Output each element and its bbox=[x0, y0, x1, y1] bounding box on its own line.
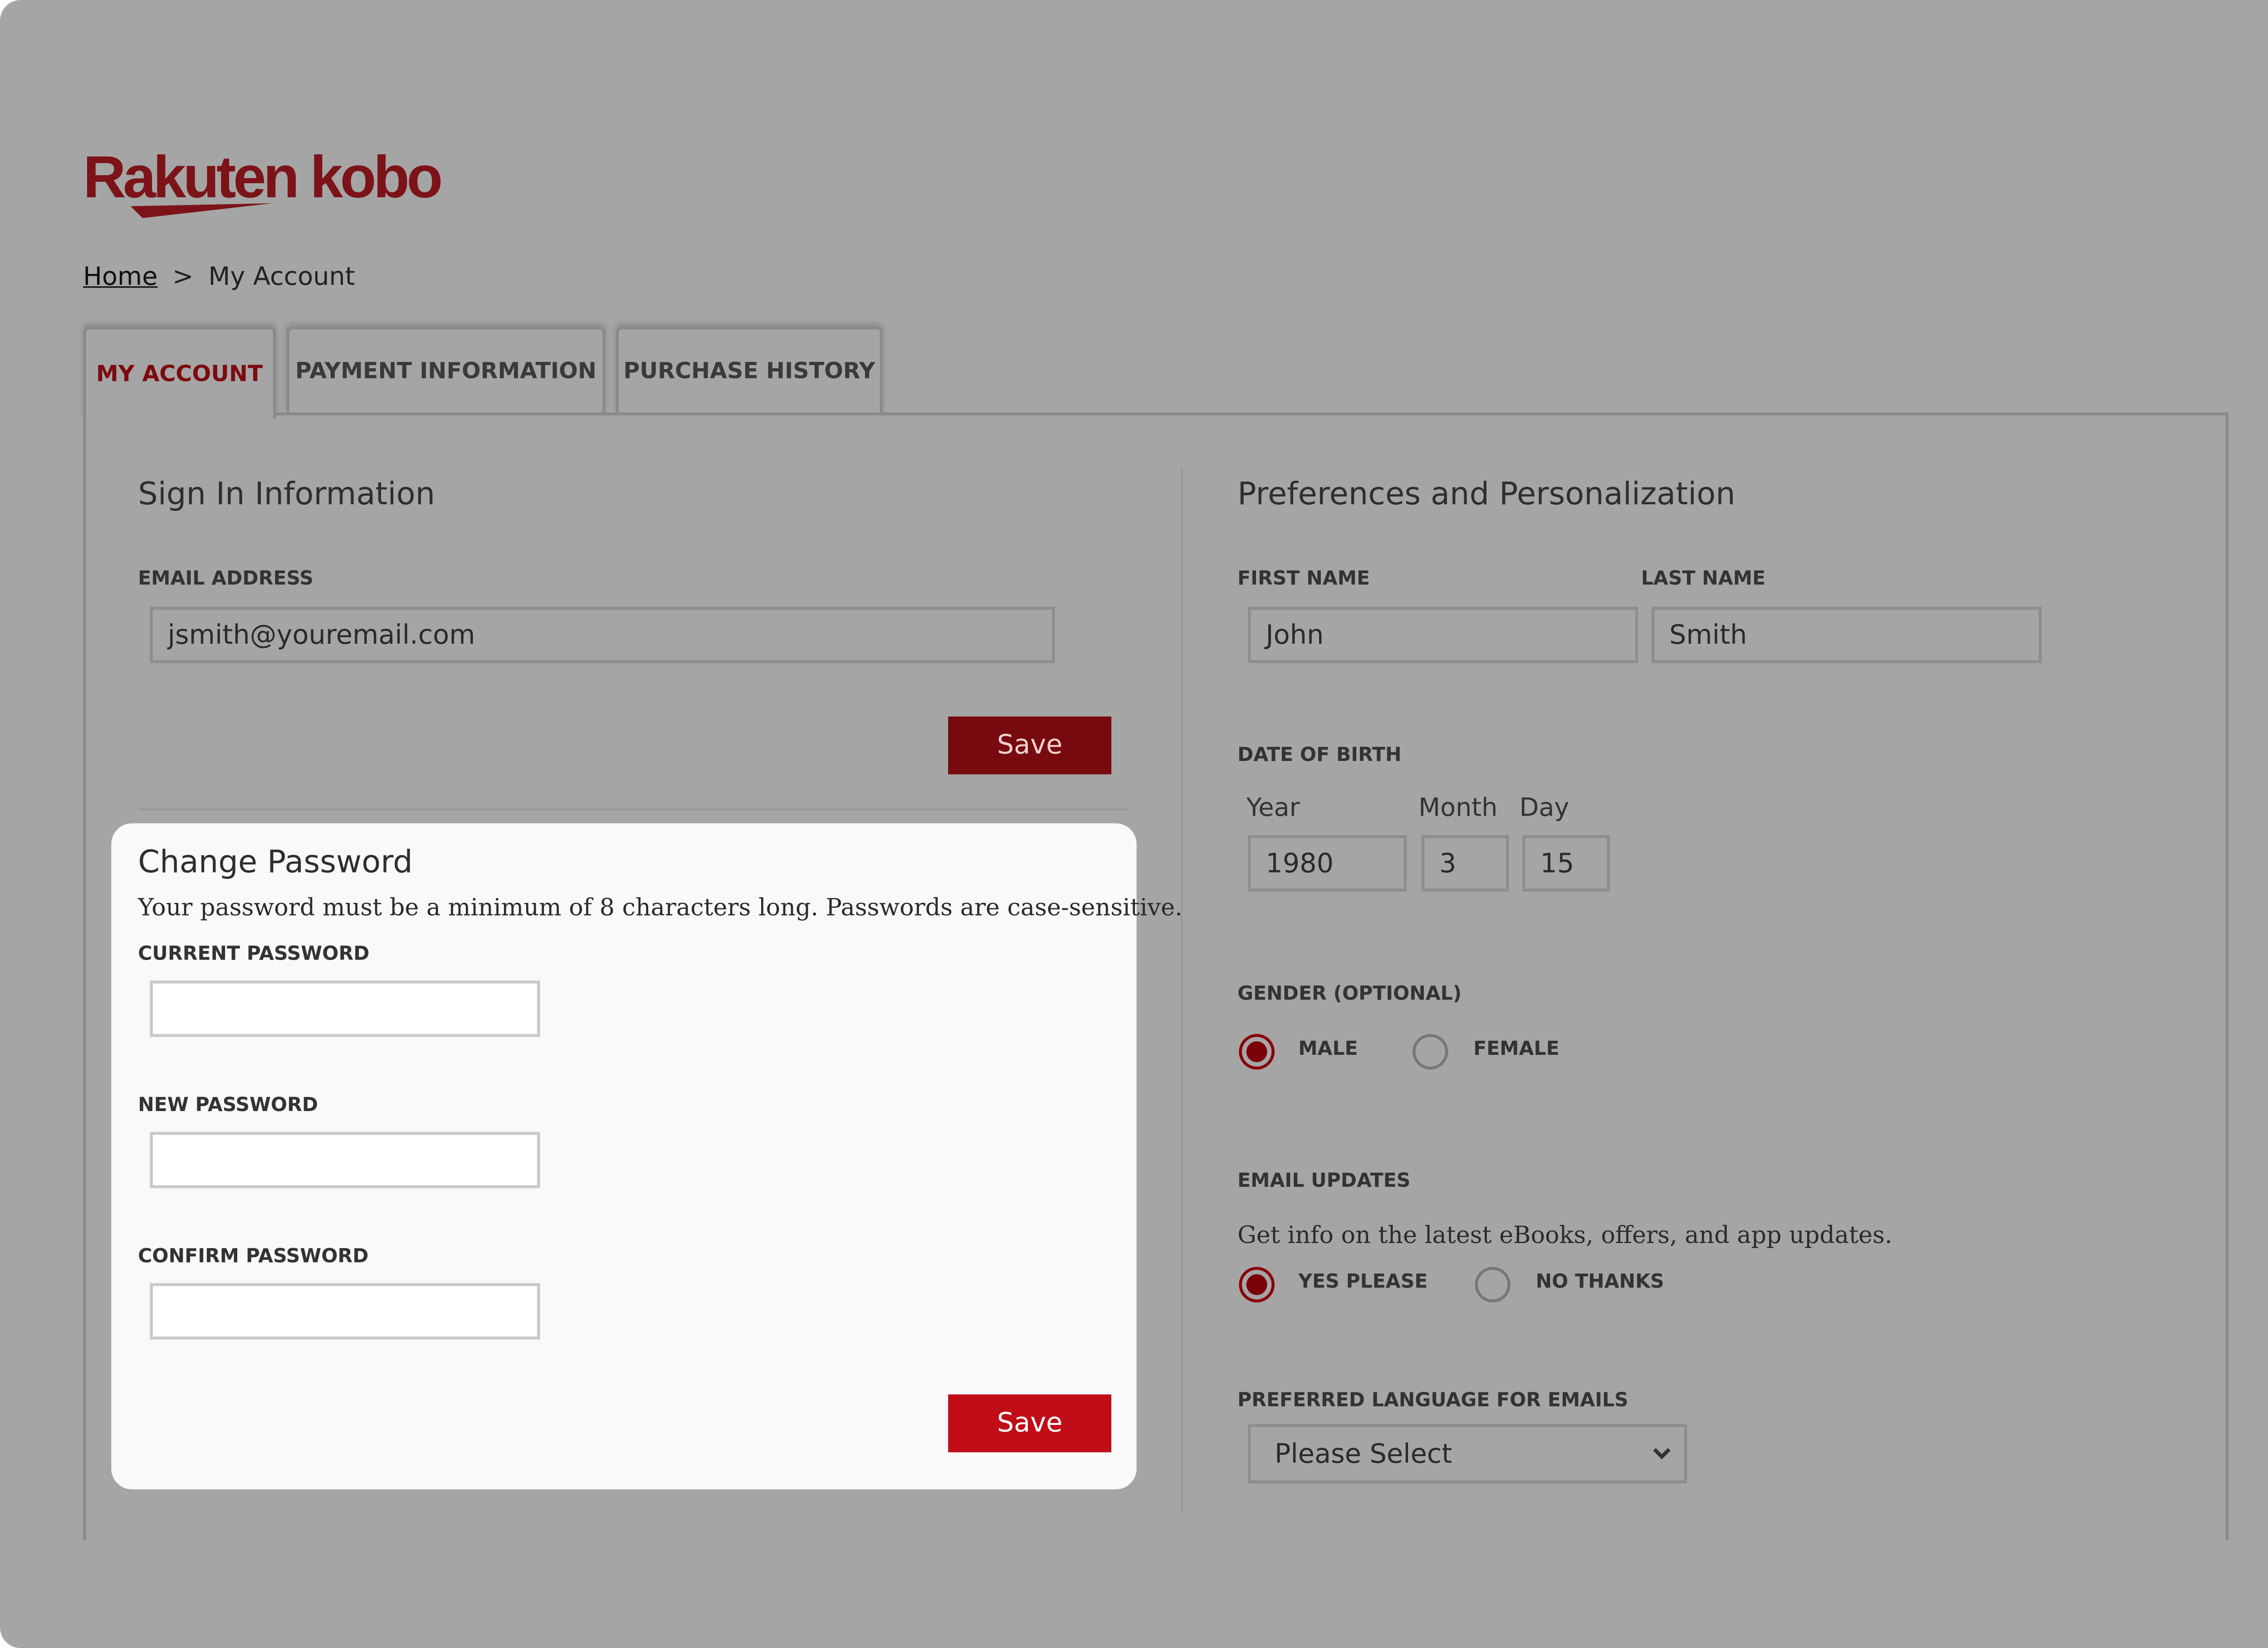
email-updates-yes-radio[interactable] bbox=[1239, 1267, 1275, 1303]
chevron-down-icon bbox=[1653, 1448, 1671, 1460]
save-password-button[interactable]: Save bbox=[948, 1394, 1112, 1453]
page: Rakuten kobo Home > My Account MY ACCOUNT … bbox=[0, 0, 2268, 1648]
gender-male-label[interactable]: MALE bbox=[1298, 1039, 1358, 1061]
last-name-label: LAST NAME bbox=[1641, 568, 1766, 590]
year-label: Year bbox=[1246, 794, 1300, 824]
email-updates-label: EMAIL UPDATES bbox=[1237, 1170, 1411, 1193]
gender-male-radio[interactable] bbox=[1239, 1034, 1275, 1070]
language-label: PREFERRED LANGUAGE FOR EMAILS bbox=[1237, 1390, 1628, 1413]
first-name-label: FIRST NAME bbox=[1237, 568, 1370, 590]
breadcrumb-separator: > bbox=[172, 262, 194, 293]
tab-my-account[interactable]: MY ACCOUNT bbox=[83, 326, 276, 419]
new-password-label: NEW PASSWORD bbox=[138, 1095, 318, 1117]
breadcrumb-current: My Account bbox=[208, 262, 355, 293]
month-label: Month bbox=[1418, 794, 1498, 824]
save-email-button[interactable]: Save bbox=[948, 716, 1112, 775]
section-divider bbox=[138, 808, 1129, 810]
logo-swoosh-icon bbox=[130, 203, 273, 218]
last-name-field[interactable]: Smith bbox=[1651, 606, 2042, 663]
dob-label: DATE OF BIRTH bbox=[1237, 745, 1402, 767]
month-field[interactable]: 3 bbox=[1421, 835, 1509, 892]
email-field[interactable]: jsmith@youremail.com bbox=[150, 606, 1055, 663]
breadcrumb-home-link[interactable]: Home bbox=[83, 263, 157, 292]
email-updates-no-radio[interactable] bbox=[1475, 1267, 1510, 1303]
email-label: EMAIL ADDRESS bbox=[138, 568, 313, 590]
change-password-card: Change Password Your password must be a … bbox=[111, 823, 1183, 1490]
confirm-password-label: CONFIRM PASSWORD bbox=[138, 1246, 369, 1268]
year-field[interactable]: 1980 bbox=[1247, 835, 1407, 892]
language-select[interactable]: Please Select bbox=[1247, 1424, 1687, 1484]
email-updates-description: Get info on the latest eBooks, offers, a… bbox=[1237, 1221, 1892, 1249]
current-password-field[interactable] bbox=[150, 980, 540, 1037]
sign-in-title: Sign In Information bbox=[138, 476, 435, 512]
gender-female-radio[interactable] bbox=[1413, 1034, 1448, 1070]
email-updates-yes-label[interactable]: YES PLEASE bbox=[1298, 1271, 1427, 1293]
day-field[interactable]: 15 bbox=[1522, 835, 1610, 892]
change-password-title: Change Password bbox=[138, 844, 413, 880]
email-updates-no-label[interactable]: NO THANKS bbox=[1536, 1271, 1664, 1293]
language-select-value: Please Select bbox=[1274, 1438, 1452, 1470]
confirm-password-field[interactable] bbox=[150, 1283, 540, 1340]
column-divider bbox=[1181, 467, 1183, 1513]
gender-female-label[interactable]: FEMALE bbox=[1473, 1039, 1559, 1061]
gender-label: GENDER (OPTIONAL) bbox=[1237, 983, 1462, 1006]
tab-purchase-history[interactable]: PURCHASE HISTORY bbox=[616, 326, 883, 413]
preferences-title: Preferences and Personalization bbox=[1237, 476, 1735, 512]
tab-payment-information[interactable]: PAYMENT INFORMATION bbox=[286, 326, 606, 413]
current-password-label: CURRENT PASSWORD bbox=[138, 943, 370, 966]
day-label: Day bbox=[1519, 794, 1569, 824]
breadcrumb: Home > My Account bbox=[83, 263, 355, 292]
new-password-field[interactable] bbox=[150, 1131, 540, 1189]
first-name-field[interactable]: John bbox=[1247, 606, 1638, 663]
password-requirements: Your password must be a minimum of 8 cha… bbox=[138, 893, 1183, 922]
rakuten-kobo-logo[interactable]: Rakuten kobo bbox=[83, 146, 443, 212]
